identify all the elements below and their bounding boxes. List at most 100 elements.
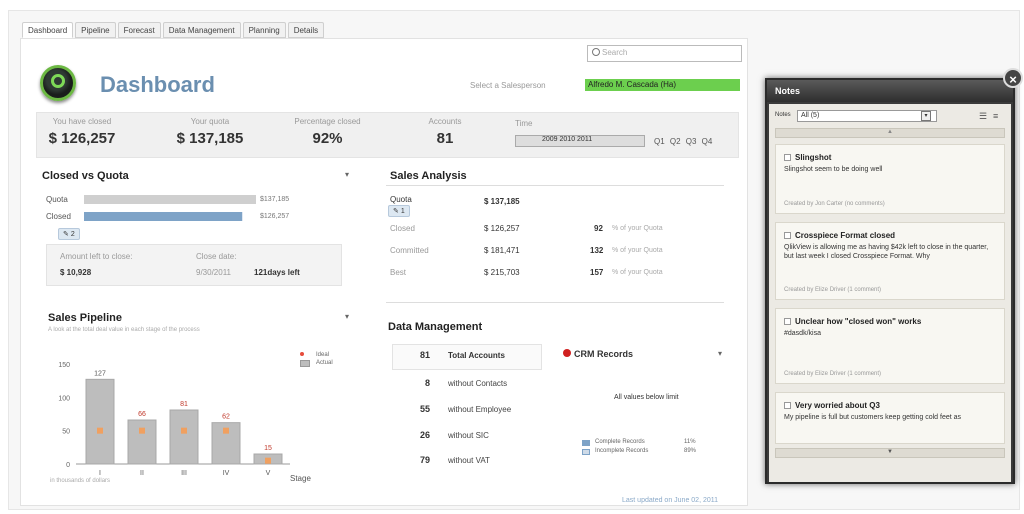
- sa-pct-label: % of your Quota: [612, 225, 663, 232]
- note-checkbox[interactable]: [784, 402, 791, 409]
- pipeline-subtitle: A look at the total deal value in each s…: [48, 327, 200, 333]
- tab-forecast[interactable]: Forecast: [117, 22, 161, 38]
- scroll-down-button[interactable]: ▼: [775, 448, 1005, 458]
- sa-value-best: $ 215,703: [484, 268, 520, 277]
- tab-details[interactable]: Details: [287, 22, 325, 38]
- note-indicator[interactable]: ✎ 1: [388, 205, 410, 217]
- note-checkbox[interactable]: [784, 154, 791, 161]
- sales-analysis-title: Sales Analysis: [390, 170, 467, 182]
- y-tick-label: 150: [58, 362, 70, 369]
- dm-num: 81: [419, 350, 430, 360]
- tab-dashboard[interactable]: Dashboard: [22, 22, 74, 38]
- note-title: Crosspiece Format closed: [784, 231, 895, 240]
- dropdown-arrow-icon[interactable]: ▾: [921, 111, 931, 121]
- note-checkbox[interactable]: [784, 318, 791, 325]
- search-input[interactable]: Search: [587, 45, 742, 62]
- salesperson-select[interactable]: Alfredo M. Cascada (Ha): [585, 79, 740, 91]
- time-label: Time: [515, 119, 533, 128]
- time-quarters[interactable]: Q1 Q2 Q3 Q4: [654, 137, 712, 146]
- scroll-up-button[interactable]: ▲: [775, 128, 1005, 138]
- note-checkbox[interactable]: [784, 232, 791, 239]
- closed-bar-label: Closed: [46, 212, 71, 221]
- dm-label: Total Accounts: [448, 351, 505, 360]
- search-placeholder: Search: [602, 48, 628, 57]
- crm-title: CRM Records: [574, 349, 634, 359]
- x-tick-label: III: [181, 470, 187, 477]
- pipeline-bar: [85, 378, 115, 465]
- ideal-marker: [181, 427, 187, 434]
- kpi-closed: You have closed $ 126,257: [42, 117, 122, 147]
- kpi-value: $ 137,185: [176, 130, 244, 147]
- tab-planning[interactable]: Planning: [242, 22, 286, 38]
- chevron-down-icon[interactable]: ▾: [345, 312, 349, 321]
- ideal-marker: [223, 427, 229, 434]
- dm-label: without SIC: [448, 431, 489, 440]
- closed-bar-value: $126,257: [260, 213, 290, 220]
- pipeline-xlabel: Stage: [290, 474, 311, 483]
- y-tick-label: 50: [62, 429, 70, 436]
- tab-data-management[interactable]: Data Management: [162, 22, 241, 38]
- tab-bar: Dashboard Pipeline Forecast Data Managem…: [22, 22, 325, 38]
- note-title-text: Unclear how "closed won" works: [795, 317, 922, 326]
- notes-panel: Notes Notes All (5) ▾ ☰ ≡ ▲ Slingshot Sl…: [765, 78, 1015, 484]
- close-date-label: Close date:: [196, 252, 237, 261]
- pipeline-footnote: in thousands of dollars: [50, 478, 111, 484]
- kpi-accounts: Accounts 81: [415, 117, 475, 147]
- notes-filter-select[interactable]: All (5): [797, 110, 937, 122]
- close-icon[interactable]: ×: [1003, 68, 1023, 88]
- y-tick-label: 100: [58, 395, 70, 402]
- data-management-title: Data Management: [388, 321, 483, 333]
- list-view-icon[interactable]: ☰: [979, 111, 987, 122]
- note-title: Unclear how "closed won" works: [784, 317, 921, 326]
- sa-pct-label: % of your Quota: [612, 247, 663, 254]
- amount-left-label: Amount left to close:: [60, 252, 133, 261]
- divider: [386, 302, 724, 303]
- notes-title: Notes: [767, 80, 1013, 102]
- crm-legend-value: 89%: [684, 448, 697, 454]
- kpi-label: Percentage closed: [294, 117, 361, 126]
- note-card[interactable]: Unclear how "closed won" works #dasdk/ki…: [775, 308, 1005, 384]
- pipeline-chart: 0 50 100 150 127 I 66 II 81 III 62 IV 15 V: [58, 362, 290, 477]
- qlikview-logo: [40, 65, 76, 101]
- pipeline-bar: [169, 409, 199, 465]
- legend-ideal: Ideal: [316, 352, 330, 358]
- kpi-label: Accounts: [428, 117, 462, 126]
- chevron-down-icon[interactable]: ▾: [345, 170, 349, 179]
- close-date-value: 9/30/2011: [196, 268, 231, 277]
- kpi-value: 92%: [312, 130, 343, 147]
- time-year-slider[interactable]: 2009 2010 2011: [515, 135, 645, 147]
- note-indicator[interactable]: ✎ 2: [58, 228, 80, 240]
- sa-value-committed: $ 181,471: [484, 246, 520, 255]
- x-tick-label: V: [266, 470, 271, 477]
- note-card[interactable]: Slingshot Slingshot seem to be doing wel…: [775, 144, 1005, 214]
- kpi-value: $ 126,257: [48, 130, 116, 147]
- note-card[interactable]: Very worried about Q3 My pipeline is ful…: [775, 392, 1005, 444]
- note-meta: Created by Elize Driver (1 comment): [784, 371, 882, 377]
- detail-view-icon[interactable]: ≡: [993, 111, 998, 121]
- salesperson-label: Select a Salesperson: [470, 81, 546, 90]
- note-card[interactable]: Crosspiece Format closed QlikView is all…: [775, 222, 1005, 300]
- bar-value-label: 15: [264, 445, 272, 452]
- y-tick-label: 0: [66, 462, 70, 469]
- crm-legend-label: Complete Records: [595, 439, 645, 445]
- dm-num: 26: [419, 430, 430, 440]
- dm-num: 79: [419, 455, 430, 465]
- dm-num: 8: [424, 378, 430, 388]
- dm-label: without Contacts: [448, 379, 508, 388]
- notes-filter-label: Notes: [775, 112, 791, 118]
- divider: [386, 185, 724, 186]
- kpi-label: You have closed: [52, 117, 112, 126]
- bar-value-label: 62: [222, 414, 230, 421]
- tab-pipeline[interactable]: Pipeline: [75, 22, 116, 38]
- ideal-marker: [97, 427, 103, 434]
- note-title-text: Slingshot: [795, 153, 832, 162]
- crm-legend-swatch: [582, 449, 590, 455]
- search-icon: [592, 48, 600, 56]
- days-left: 121days left: [254, 268, 300, 277]
- sales-pipeline-title: Sales Pipeline: [48, 312, 122, 324]
- note-title: Slingshot: [784, 153, 831, 162]
- dm-num: 55: [419, 404, 430, 414]
- bar-value-label: 127: [94, 370, 106, 377]
- chevron-down-icon[interactable]: ▾: [718, 349, 722, 358]
- dm-label: without VAT: [448, 456, 490, 465]
